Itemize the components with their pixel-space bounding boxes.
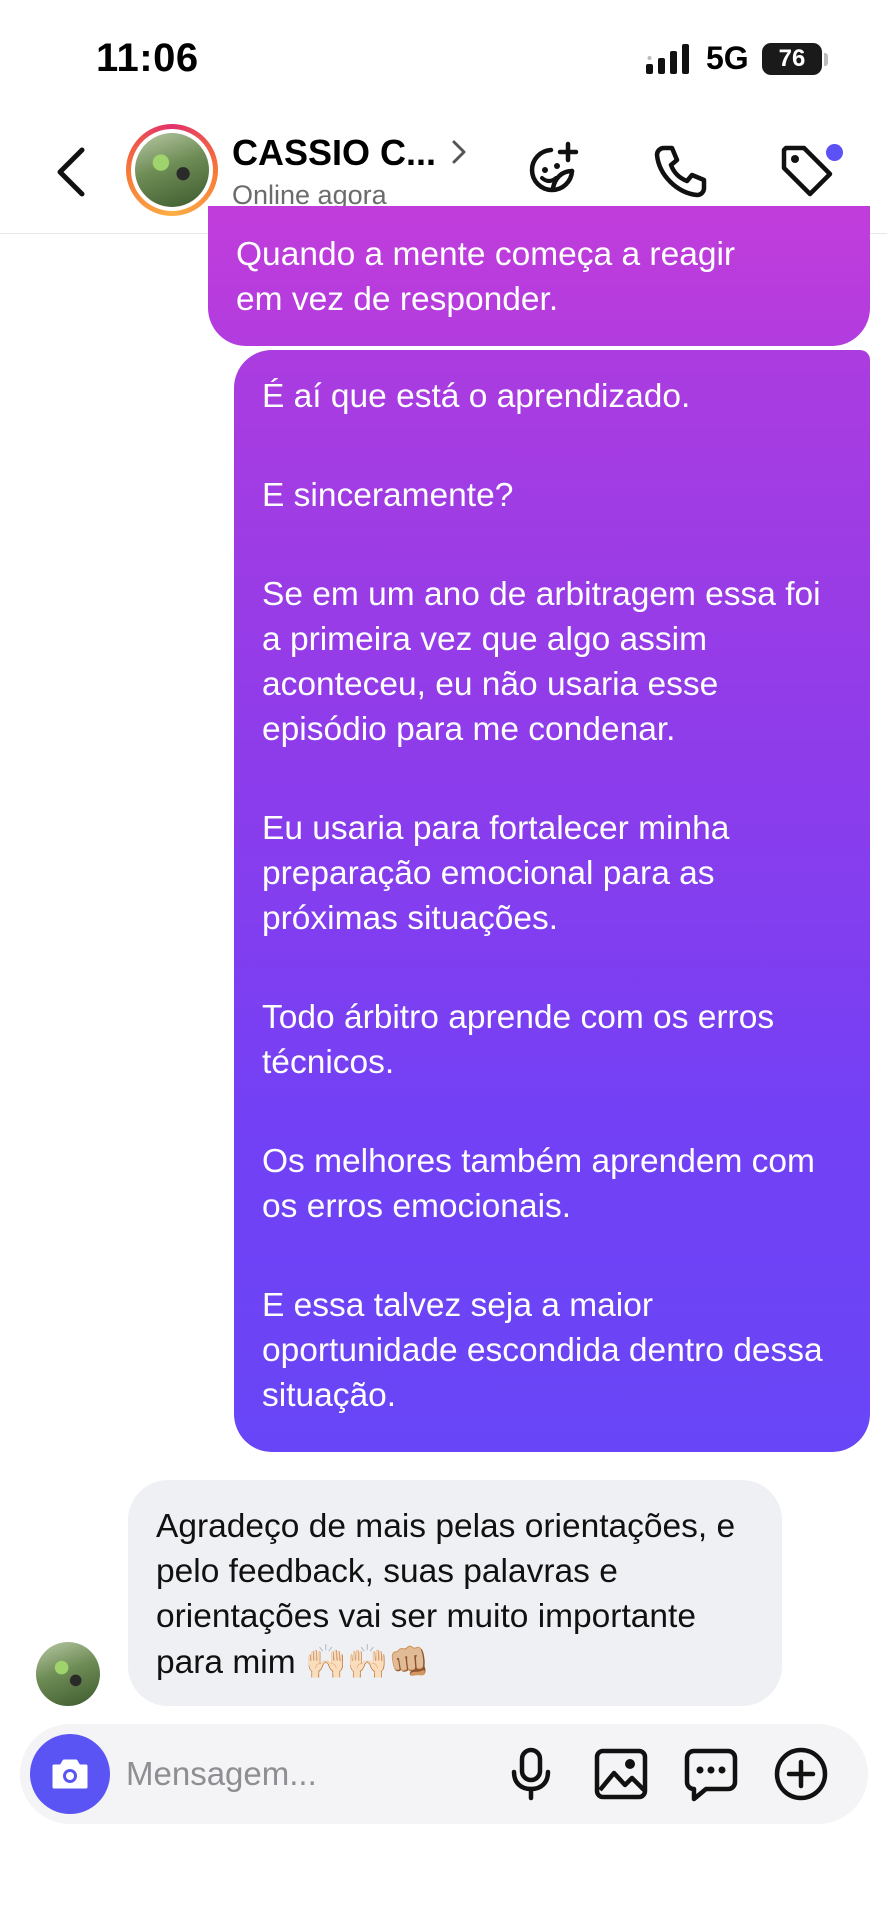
contact-name[interactable]: CASSIO C... [232,132,436,174]
avatar[interactable] [126,124,218,216]
message-paragraph: E essa talvez seja a maior oportunidade … [262,1287,823,1414]
message-paragraph: Se em um ano de arbitragem essa foi a pr… [262,576,821,748]
chevron-right-icon[interactable] [450,138,468,166]
message-paragraph: É aí que está o aprendizado. [262,378,691,415]
notification-dot [826,144,843,161]
avatar-photo [135,133,209,207]
microphone-icon[interactable] [502,1745,560,1803]
message-emojis: 🙌🏻🙌🏻👊🏼 [304,1642,431,1681]
status-time: 11:06 [96,36,199,80]
add-sticker-icon[interactable] [522,138,584,200]
battery-icon: 76 [762,43,822,75]
signal-icon [646,44,689,74]
back-icon[interactable] [50,144,96,200]
message-composer [20,1724,868,1824]
message-line: em vez de responder. [236,281,559,318]
camera-button[interactable] [30,1734,110,1814]
incoming-message[interactable]: Agradeço de mais pelas orientações, e pe… [128,1480,782,1706]
gallery-icon[interactable] [592,1745,650,1803]
message-paragraph: Os melhores também aprendem com os erros… [262,1143,815,1225]
message-paragraph: Eu usaria para fortalecer minha preparaç… [262,810,730,937]
phone-icon[interactable] [650,140,712,202]
message-input[interactable] [126,1748,496,1800]
status-bar: 11:06 5G 76 [0,0,887,110]
add-icon[interactable] [772,1745,830,1803]
camera-icon [52,1759,88,1789]
message-paragraph: Todo árbitro aprende com os erros técnic… [262,999,775,1081]
network-type: 5G [706,40,749,76]
battery-cap [824,53,828,66]
message-text: Agradeço de mais pelas orientações, e pe… [156,1508,736,1681]
outgoing-message-main[interactable]: É aí que está o aprendizado. E sincerame… [234,350,870,1452]
message-line: Quando a mente começa a reagir [236,236,736,273]
battery-level: 76 [778,45,806,72]
message-paragraph: E sinceramente? [262,477,514,514]
sticker-chat-icon[interactable] [682,1745,740,1803]
outgoing-message-top[interactable]: Quando a mente começa a reagir em vez de… [208,206,870,346]
sender-avatar[interactable] [36,1642,100,1706]
